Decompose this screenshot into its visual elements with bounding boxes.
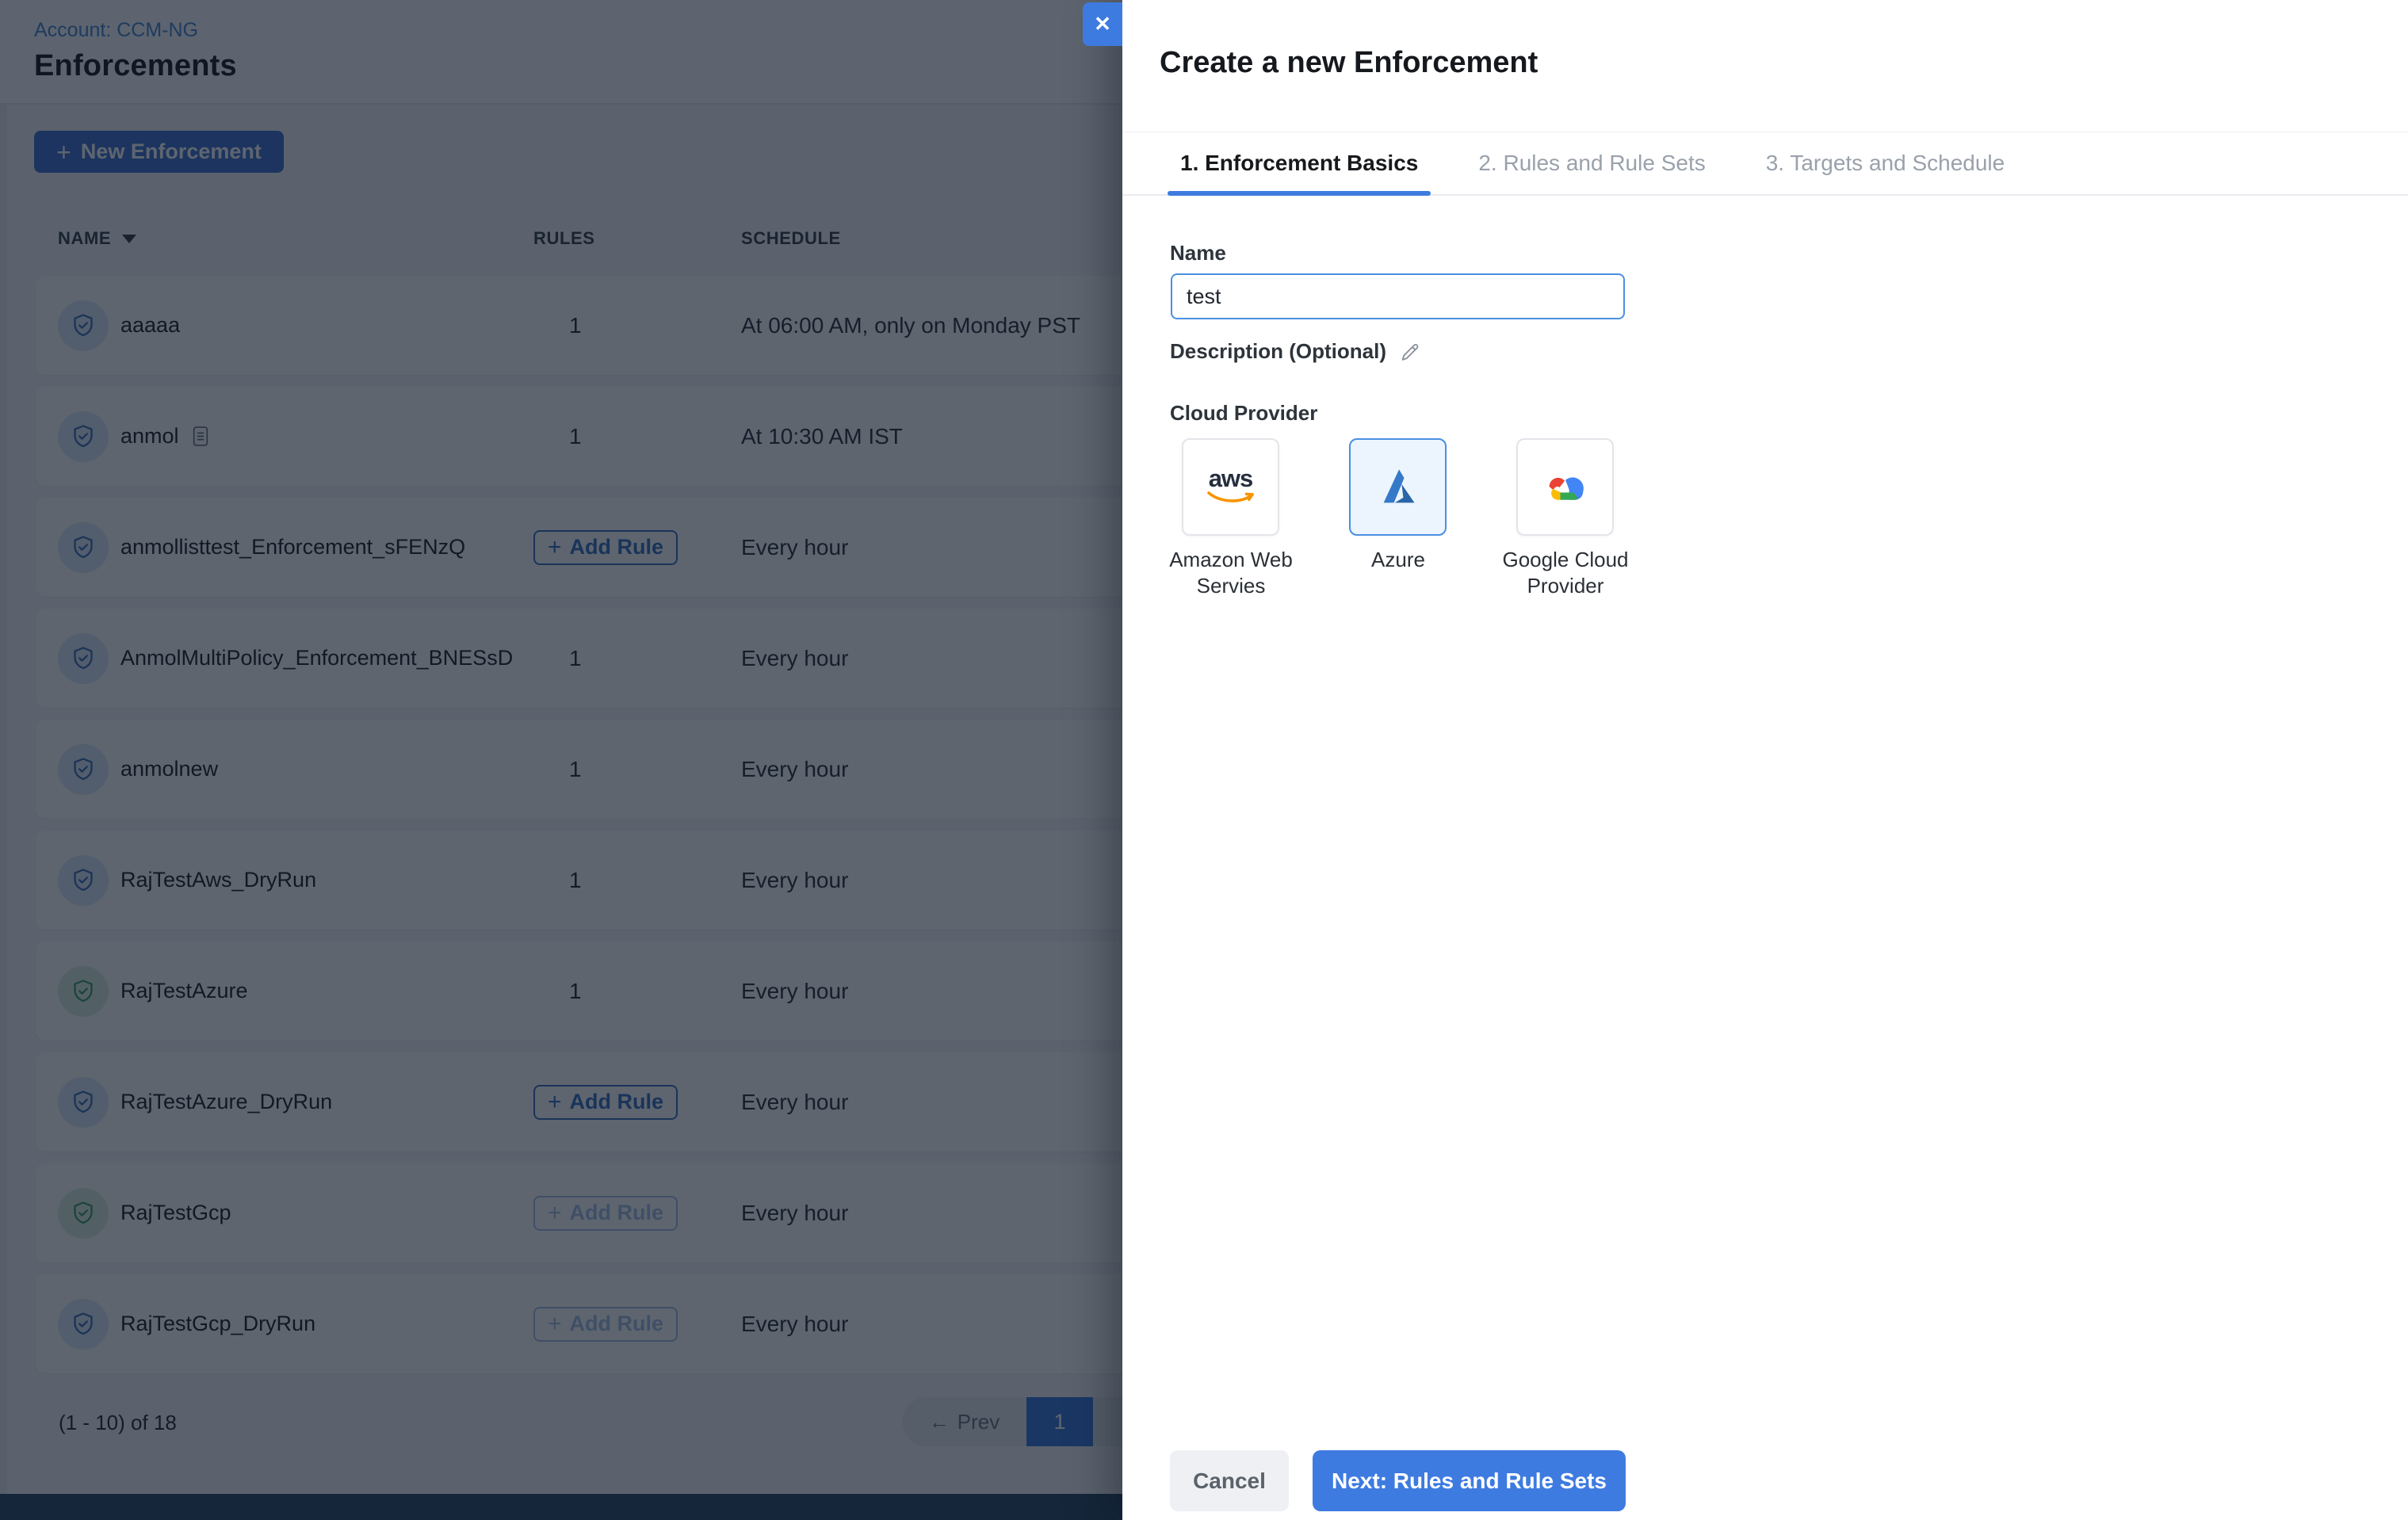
wizard-tabs: 1. Enforcement Basics 2. Rules and Rule … (1122, 132, 2408, 196)
name-input[interactable] (1171, 273, 1625, 319)
modal-actions: Cancel Next: Rules and Rule Sets (1122, 1450, 2408, 1511)
provider-card-aws[interactable]: aws (1182, 438, 1279, 536)
modal-title: Create a new Enforcement (1160, 46, 1538, 79)
edit-pencil-icon[interactable] (1399, 341, 1421, 363)
description-label: Description (Optional) (1170, 339, 1386, 363)
create-enforcement-modal: ✕ Create a new Enforcement 1. Enforcemen… (1083, 0, 2408, 1520)
google-cloud-logo-icon (1541, 468, 1590, 507)
tab-rules-and-rule-sets[interactable]: 2. Rules and Rule Sets (1466, 132, 1718, 194)
azure-logo-icon (1376, 465, 1420, 510)
cloud-provider-label: Cloud Provider (1170, 401, 1318, 425)
provider-label-gcp: Google Cloud Provider (1502, 548, 1629, 598)
name-label: Name (1170, 241, 1226, 265)
close-icon[interactable]: ✕ (1083, 2, 1122, 46)
tab-targets-and-schedule[interactable]: 3. Targets and Schedule (1753, 132, 2017, 194)
cancel-button[interactable]: Cancel (1170, 1450, 1289, 1511)
tab-enforcement-basics[interactable]: 1. Enforcement Basics (1168, 132, 1431, 196)
aws-logo-icon: aws (1206, 466, 1256, 505)
provider-label-azure: Azure (1371, 548, 1425, 571)
provider-card-gcp[interactable] (1516, 438, 1614, 536)
provider-label-aws: Amazon Web Servies (1169, 548, 1293, 598)
next-button[interactable]: Next: Rules and Rule Sets (1313, 1450, 1626, 1511)
provider-card-azure[interactable] (1349, 438, 1447, 536)
app-root: Account: CCM-NG Enforcements + New Enfor… (0, 0, 2408, 1520)
description-row: Description (Optional) (1170, 339, 1421, 364)
modal-overlay[interactable] (0, 0, 1122, 1520)
